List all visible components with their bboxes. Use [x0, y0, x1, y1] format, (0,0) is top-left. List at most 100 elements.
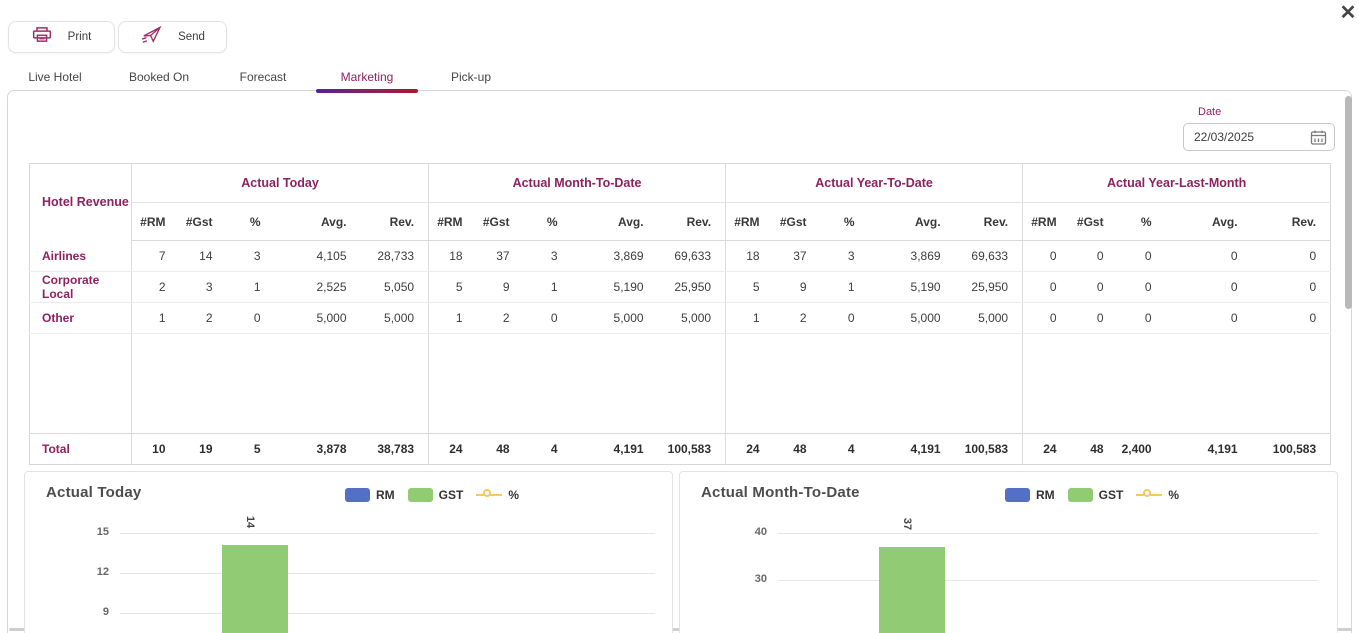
send-button[interactable]: Send — [118, 21, 227, 53]
gridline — [778, 533, 1318, 534]
row-label: Corporate Local — [30, 272, 132, 303]
print-button-label: Print — [68, 31, 92, 43]
cell: 37 — [477, 241, 524, 272]
cell: 69,633 — [658, 241, 726, 272]
cell: 9 — [774, 272, 821, 303]
cell: 3 — [180, 272, 227, 303]
cell: 4 — [524, 434, 572, 465]
legend-label: GST — [1099, 488, 1124, 502]
cell: 5 — [227, 434, 275, 465]
tab-label: Pick-up — [451, 70, 491, 84]
bar-value-label: 14 — [244, 516, 256, 528]
tab-label: Marketing — [341, 70, 394, 84]
cell: 9 — [477, 272, 524, 303]
cell: 2,525 — [275, 272, 361, 303]
cell: 48 — [774, 434, 821, 465]
gst-swatch-icon — [408, 488, 433, 502]
cell: 2 — [132, 272, 180, 303]
calendar-icon[interactable] — [1310, 129, 1327, 151]
chart-legend: RM GST % — [1005, 488, 1179, 502]
active-tab-underline — [316, 89, 418, 93]
rm-swatch-icon — [345, 488, 370, 502]
cell: 14 — [180, 241, 227, 272]
cell: 0 — [1071, 303, 1118, 334]
legend-item-rm[interactable]: RM — [345, 488, 395, 502]
tab-live-hotel[interactable]: Live Hotel — [3, 62, 107, 91]
table-row-other: Other 1 2 0 5,000 5,000 1 2 0 5,000 5,00… — [30, 303, 1331, 334]
cell: 18 — [429, 241, 477, 272]
legend-item-pct[interactable]: % — [1136, 488, 1179, 502]
cell: 5,000 — [869, 303, 955, 334]
col-header: Rev. — [658, 203, 726, 241]
legend-item-gst[interactable]: GST — [408, 488, 464, 502]
tab-forecast[interactable]: Forecast — [211, 62, 315, 91]
cell: 0 — [227, 303, 275, 334]
col-header: Avg. — [275, 203, 361, 241]
row-label: Total — [30, 434, 132, 465]
cell: 1 — [821, 272, 869, 303]
cell: 69,633 — [955, 241, 1023, 272]
date-input[interactable] — [1184, 124, 1292, 150]
cell: 5,000 — [572, 303, 658, 334]
cell: 4,191 — [1166, 434, 1252, 465]
y-axis-tick: 30 — [737, 573, 767, 585]
cell: 48 — [477, 434, 524, 465]
spacer-cell — [1023, 334, 1331, 434]
cell: 5,000 — [275, 303, 361, 334]
legend-item-pct[interactable]: % — [476, 488, 519, 502]
col-header: #RM — [132, 203, 180, 241]
col-header: Avg. — [572, 203, 658, 241]
cell: 0 — [1252, 303, 1331, 334]
cell: 10 — [132, 434, 180, 465]
cell: 2,400 — [1118, 434, 1166, 465]
cell: 1 — [227, 272, 275, 303]
table-row-total: Total 10 19 5 3,878 38,783 24 48 4 4,191… — [30, 434, 1331, 465]
report-panel: Date Hotel — [7, 90, 1352, 633]
chart-legend: RM GST % — [345, 488, 519, 502]
legend-item-gst[interactable]: GST — [1068, 488, 1124, 502]
cell: 3 — [524, 241, 572, 272]
row-label: Other — [30, 303, 132, 334]
col-header: #RM — [726, 203, 774, 241]
cell: 100,583 — [955, 434, 1023, 465]
tab-marketing[interactable]: Marketing — [315, 62, 419, 91]
cell: 0 — [1118, 272, 1166, 303]
table-row-corporate-local: Corporate Local 2 3 1 2,525 5,050 5 9 1 … — [30, 272, 1331, 303]
cell: 0 — [1023, 303, 1071, 334]
cell: 0 — [1023, 241, 1071, 272]
chart-actual-today: Actual Today RM GST % 15 12 9 14 — [24, 471, 673, 633]
group-header-actual-ylm: Actual Year-Last-Month — [1023, 164, 1331, 203]
legend-label: RM — [1036, 488, 1055, 502]
cell: 4,105 — [275, 241, 361, 272]
cell: 0 — [1166, 303, 1252, 334]
cell: 5,050 — [361, 272, 429, 303]
table-group-header-row: Hotel Revenue Actual Today Actual Month-… — [30, 164, 1331, 203]
gst-bar — [879, 547, 945, 633]
y-axis-tick: 15 — [79, 526, 109, 538]
cell: 48 — [1071, 434, 1118, 465]
y-axis-tick: 40 — [737, 526, 767, 538]
cell: 5,000 — [361, 303, 429, 334]
spacer-cell — [30, 334, 132, 434]
cell: 0 — [1166, 272, 1252, 303]
spacer-cell — [132, 334, 429, 434]
col-header: Avg. — [1166, 203, 1252, 241]
cell: 7 — [132, 241, 180, 272]
close-icon[interactable]: ✕ — [1336, 1, 1359, 25]
col-header: Avg. — [869, 203, 955, 241]
tab-pick-up[interactable]: Pick-up — [419, 62, 523, 91]
col-header: #RM — [1023, 203, 1071, 241]
tab-booked-on[interactable]: Booked On — [107, 62, 211, 91]
col-header: Rev. — [1252, 203, 1331, 241]
legend-item-rm[interactable]: RM — [1005, 488, 1055, 502]
print-button[interactable]: Print — [8, 21, 115, 53]
col-header: #Gst — [180, 203, 227, 241]
col-header: #RM — [429, 203, 477, 241]
col-header: % — [1118, 203, 1166, 241]
cell: 37 — [774, 241, 821, 272]
cell: 19 — [180, 434, 227, 465]
group-header-actual-today: Actual Today — [132, 164, 429, 203]
legend-label: RM — [376, 488, 395, 502]
tab-bar: Live Hotel Booked On Forecast Marketing … — [3, 62, 523, 91]
vertical-scrollbar-thumb[interactable] — [1345, 96, 1352, 309]
